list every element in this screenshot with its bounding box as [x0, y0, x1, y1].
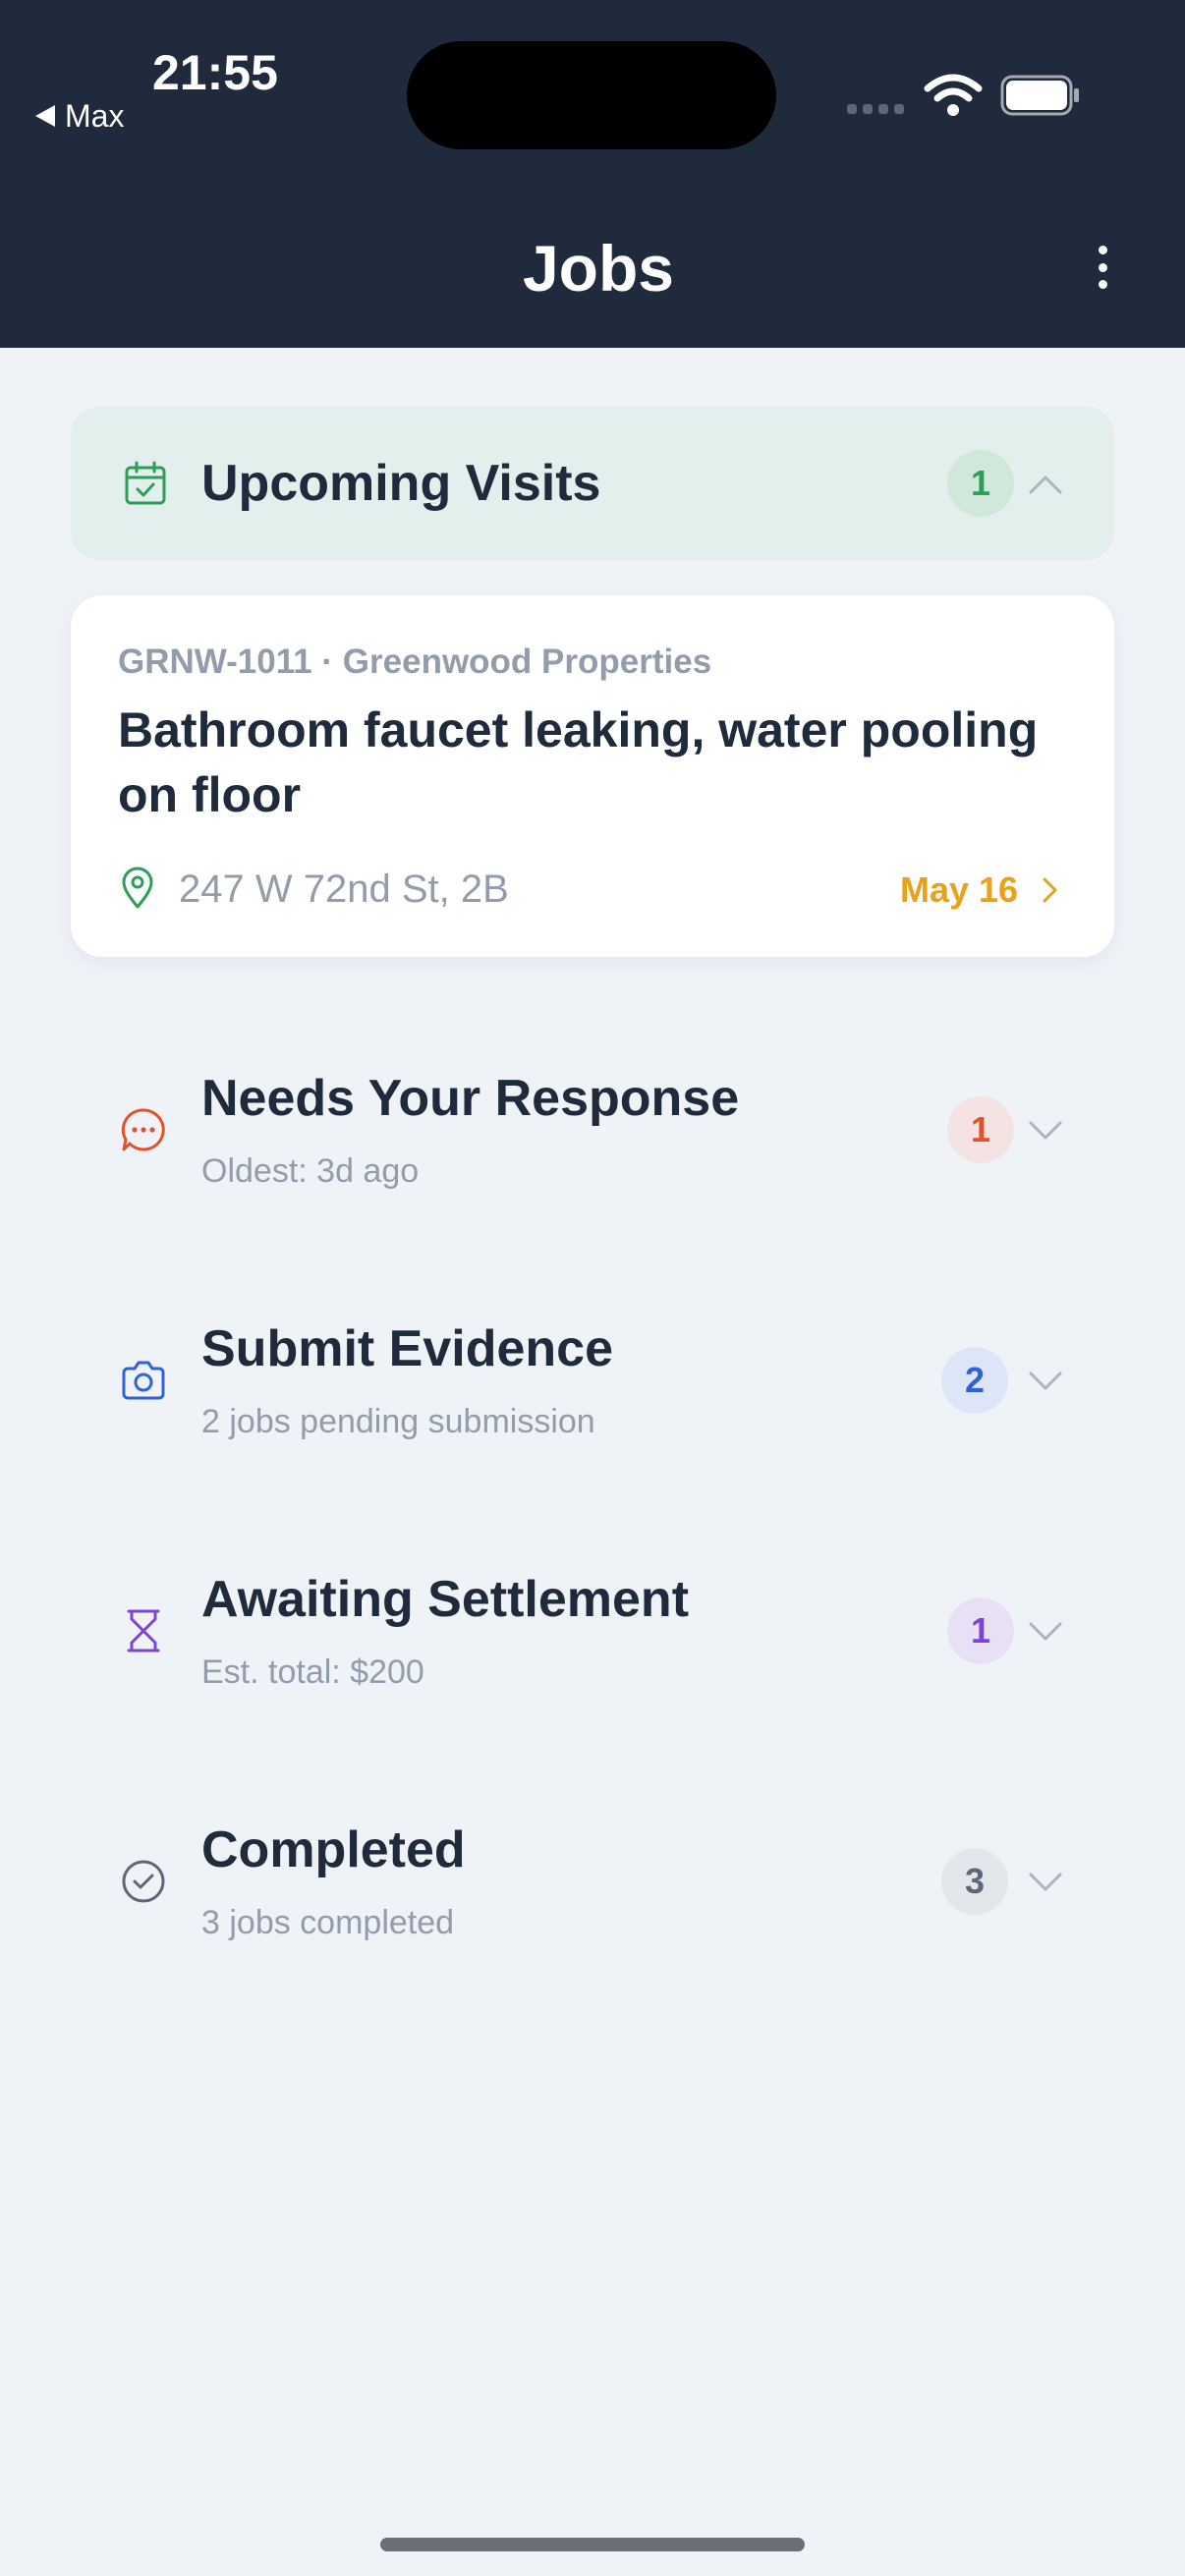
- app-header: 21:55 Max Jobs: [0, 0, 1185, 348]
- back-to-app-button[interactable]: Max: [35, 98, 124, 134]
- more-dot-icon: [1098, 262, 1107, 272]
- section-title: Needs Your Response: [201, 1070, 740, 1127]
- count-badge: 1: [947, 450, 1014, 517]
- section-title: Completed: [201, 1821, 466, 1878]
- chevron-down-icon[interactable]: [1028, 1621, 1063, 1643]
- section-title: Upcoming Visits: [201, 455, 601, 512]
- camera-icon: [122, 1361, 165, 1400]
- section-awaiting-settlement[interactable]: Awaiting Settlement Est. total: $200 1: [71, 1535, 1114, 1731]
- section-subtitle: 3 jobs completed: [201, 1904, 455, 1941]
- section-completed[interactable]: Completed 3 jobs completed 3: [71, 1785, 1114, 1982]
- section-subtitle: Oldest: 3d ago: [201, 1152, 420, 1190]
- page-title: Jobs: [522, 232, 675, 305]
- job-meta: GRNW-1011 · Greenwood Properties: [118, 643, 712, 681]
- chevron-down-icon[interactable]: [1028, 1371, 1063, 1392]
- count-badge: 2: [941, 1347, 1008, 1414]
- count-badge: 3: [941, 1848, 1008, 1915]
- more-dot-icon: [1098, 280, 1107, 289]
- section-title: Submit Evidence: [201, 1320, 613, 1377]
- upcoming-job-card[interactable]: GRNW-1011 · Greenwood Properties Bathroo…: [71, 595, 1114, 957]
- section-title: Awaiting Settlement: [201, 1571, 690, 1628]
- section-subtitle: 2 jobs pending submission: [201, 1403, 595, 1440]
- count-badge: 1: [947, 1597, 1014, 1664]
- wifi-icon: [924, 74, 983, 116]
- back-app-label: Max: [65, 98, 125, 134]
- chevron-up-icon[interactable]: [1028, 474, 1063, 495]
- dynamic-island: [407, 41, 776, 149]
- back-triangle-icon: [35, 105, 55, 127]
- cellular-signal-icon: [847, 104, 904, 114]
- count-badge: 1: [947, 1096, 1014, 1163]
- location-pin-icon: [122, 867, 153, 909]
- job-address: 247 W 72nd St, 2B: [179, 868, 509, 911]
- section-upcoming-visits[interactable]: Upcoming Visits 1: [71, 407, 1114, 560]
- status-time: 21:55: [152, 45, 278, 100]
- section-subtitle: Est. total: $200: [201, 1653, 424, 1691]
- calendar-check-icon: [125, 461, 166, 505]
- battery-icon: [1000, 75, 1079, 116]
- chevron-down-icon[interactable]: [1028, 1120, 1063, 1142]
- job-date: May 16: [900, 869, 1019, 910]
- chevron-right-icon: [1043, 877, 1057, 903]
- hourglass-icon: [127, 1609, 160, 1652]
- job-title: Bathroom faucet leaking, water pooling o…: [118, 702, 1039, 822]
- section-needs-your-response[interactable]: Needs Your Response Oldest: 3d ago 1: [71, 1034, 1114, 1230]
- home-indicator[interactable]: [380, 2538, 805, 2551]
- more-dot-icon: [1098, 246, 1107, 254]
- chat-bubble-icon: [121, 1108, 165, 1151]
- chevron-down-icon[interactable]: [1028, 1872, 1063, 1893]
- check-circle-icon: [122, 1860, 165, 1903]
- more-options-button[interactable]: [1087, 240, 1118, 295]
- section-submit-evidence[interactable]: Submit Evidence 2 jobs pending submissio…: [71, 1284, 1114, 1481]
